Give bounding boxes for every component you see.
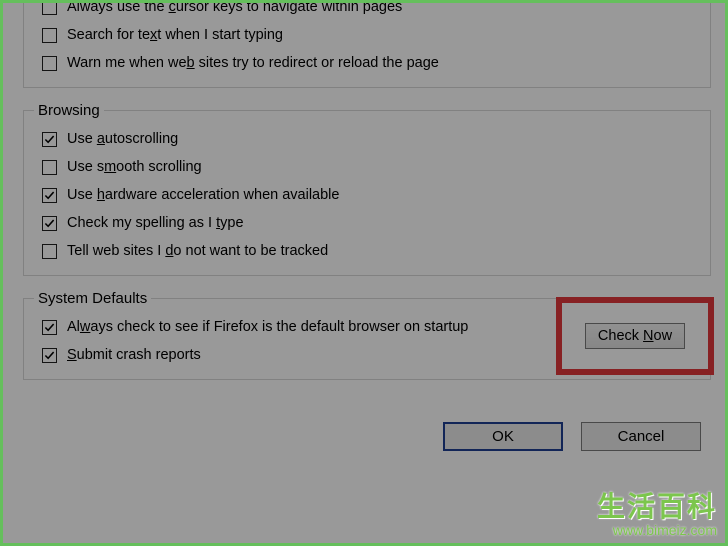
dialog-button-bar: OK Cancel [23,394,711,481]
cancel-button[interactable]: Cancel [581,422,701,451]
watermark-title: 生活百科 [597,493,717,521]
general-row: Warn me when web sites try to redirect o… [34,49,700,77]
general-checkbox[interactable] [42,56,57,71]
screenshot-frame: Always use the cursor keys to navigate w… [0,0,728,546]
system-defaults-label: Submit crash reports [67,345,201,365]
browsing-label: Use hardware acceleration when available [67,185,339,205]
check-now-highlight: Check Now [556,297,714,375]
browsing-group: Browsing Use autoscrolling Use smooth scr… [23,102,711,276]
general-group: Always use the cursor keys to navigate w… [23,0,711,88]
options-panel: Always use the cursor keys to navigate w… [23,0,711,481]
system-defaults-legend: System Defaults [34,290,151,307]
system-defaults-group: System Defaults Always check to see if F… [23,290,711,380]
general-label: Warn me when web sites try to redirect o… [67,53,439,73]
system-defaults-label: Always check to see if Firefox is the de… [67,317,468,337]
browsing-row: Check my spelling as I type [34,209,700,237]
browsing-row: Use hardware acceleration when available [34,181,700,209]
general-label: Always use the cursor keys to navigate w… [67,0,402,17]
browsing-checkbox[interactable] [42,244,57,259]
general-row: Search for text when I start typing [34,21,700,49]
browsing-row: Use smooth scrolling [34,153,700,181]
watermark: 生活百科 www.bimeiz.com [597,493,717,537]
system-defaults-checkbox[interactable] [42,348,57,363]
browsing-label: Use autoscrolling [67,129,178,149]
general-checkbox[interactable] [42,0,57,15]
browsing-row: Use autoscrolling [34,125,700,153]
general-checkbox[interactable] [42,28,57,43]
general-row: Always use the cursor keys to navigate w… [34,0,700,21]
browsing-label: Check my spelling as I type [67,213,244,233]
system-defaults-checkbox[interactable] [42,320,57,335]
browsing-checkbox[interactable] [42,216,57,231]
watermark-url: www.bimeiz.com [597,523,717,537]
browsing-label: Tell web sites I do not want to be track… [67,241,328,261]
browsing-row: Tell web sites I do not want to be track… [34,237,700,265]
check-now-button[interactable]: Check Now [585,323,685,349]
browsing-checkbox[interactable] [42,188,57,203]
browsing-legend: Browsing [34,102,104,119]
browsing-checkbox[interactable] [42,160,57,175]
browsing-label: Use smooth scrolling [67,157,202,177]
ok-button[interactable]: OK [443,422,563,451]
general-label: Search for text when I start typing [67,25,283,45]
browsing-checkbox[interactable] [42,132,57,147]
